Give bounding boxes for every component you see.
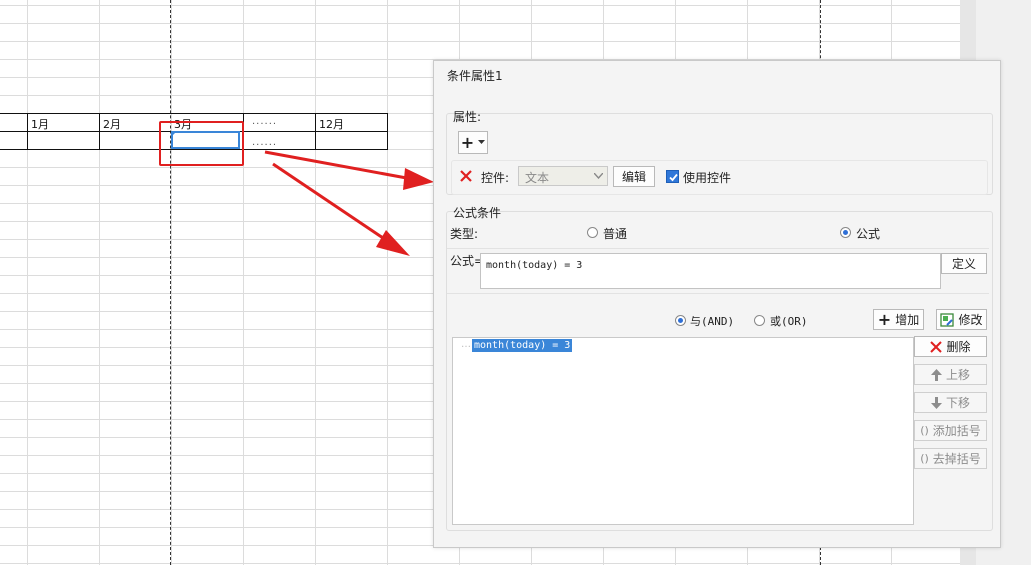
bracket-icon: () — [920, 424, 929, 437]
add-bracket-label: 添加括号 — [932, 424, 981, 438]
attributes-title: 属性: — [453, 110, 482, 124]
arrow-to-formula — [272, 162, 410, 256]
or-radio[interactable] — [754, 315, 765, 326]
arrow-to-control — [264, 150, 434, 190]
add-attribute-button[interactable]: + — [458, 131, 488, 154]
add-condition-label: 增加 — [895, 313, 920, 327]
and-radio[interactable] — [675, 315, 686, 326]
define-button[interactable]: 定义 — [941, 253, 987, 274]
condition-list[interactable]: … month(today) = 3 — [452, 337, 914, 525]
use-control-checkbox[interactable] — [666, 170, 679, 183]
type-formula-radio[interactable] — [840, 227, 851, 238]
plus-icon: + — [877, 309, 892, 329]
condition-list-item[interactable]: month(today) = 3 — [472, 339, 573, 352]
type-normal-radio[interactable] — [587, 227, 598, 238]
control-label: 控件: — [481, 171, 510, 185]
use-control-label: 使用控件 — [683, 171, 732, 185]
modify-icon — [940, 312, 955, 327]
divider — [447, 248, 989, 249]
type-normal-label[interactable]: 普通 — [603, 225, 627, 242]
move-down-button[interactable]: 下移 — [914, 392, 987, 413]
checkmark-icon — [669, 173, 678, 182]
condition-attribute-dialog: 条件属性1 属性: + 控件: 文本 编辑 使用控件 公式条件 类型: 普通 公… — [433, 60, 1001, 548]
or-label[interactable]: 或(OR) — [770, 313, 808, 329]
add-bracket-button[interactable]: () 添加括号 — [914, 420, 987, 441]
chevron-down-icon — [594, 173, 603, 179]
arrow-down-icon — [930, 396, 942, 409]
delete-label: 删除 — [946, 340, 971, 354]
dropdown-arrow-icon — [478, 140, 486, 144]
arrow-up-icon — [930, 368, 942, 381]
tree-connector: … — [461, 339, 471, 350]
remove-bracket-icon: () — [920, 452, 929, 465]
type-label: 类型: — [450, 227, 479, 241]
formula-condition-title: 公式条件 — [453, 206, 502, 220]
divider — [447, 293, 989, 294]
edit-button[interactable]: 编辑 — [613, 166, 655, 187]
type-formula-label[interactable]: 公式 — [856, 225, 880, 242]
control-type-select[interactable]: 文本 — [518, 166, 608, 186]
formula-input[interactable]: month(today) = 3 — [480, 253, 941, 289]
delete-icon — [930, 340, 943, 353]
remove-control-icon[interactable] — [459, 169, 473, 183]
delete-button[interactable]: 删除 — [914, 336, 987, 357]
modify-condition-button[interactable]: 修改 — [936, 309, 987, 330]
add-condition-button[interactable]: + 增加 — [873, 309, 924, 330]
control-type-value: 文本 — [525, 171, 550, 185]
remove-bracket-button[interactable]: () 去掉括号 — [914, 448, 987, 469]
remove-bracket-label: 去掉括号 — [932, 452, 981, 466]
dialog-title: 条件属性1 — [447, 69, 503, 83]
modify-condition-label: 修改 — [958, 313, 983, 327]
plus-icon: + — [460, 132, 475, 152]
move-down-label: 下移 — [945, 396, 970, 410]
formula-label: 公式= — [450, 254, 485, 268]
move-up-button[interactable]: 上移 — [914, 364, 987, 385]
formula-input-value: month(today) = 3 — [486, 260, 583, 271]
move-up-label: 上移 — [945, 368, 970, 382]
and-label[interactable]: 与(AND) — [690, 313, 734, 329]
